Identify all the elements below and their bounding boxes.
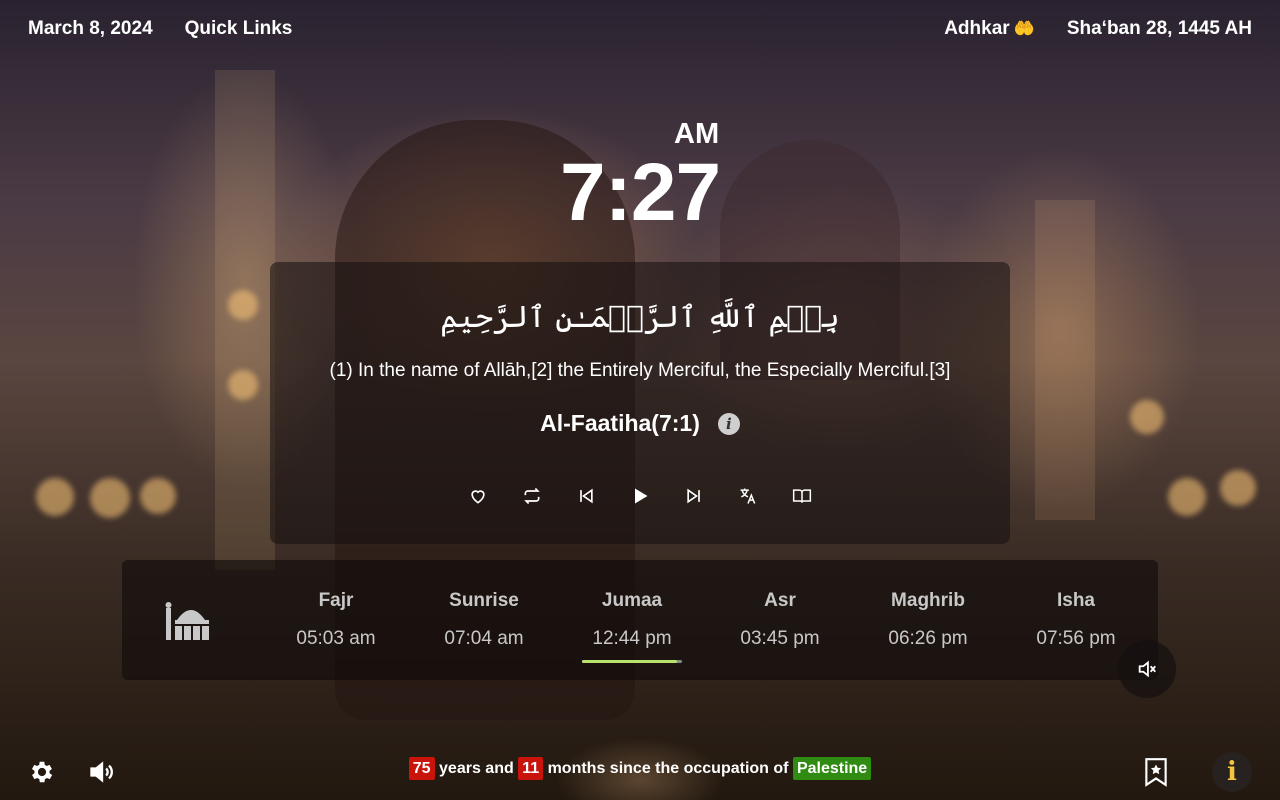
prayer-jumaa: Jumaa 12:44 pm [562, 590, 702, 650]
previous-icon[interactable] [576, 484, 596, 508]
play-icon[interactable] [630, 484, 650, 508]
bokeh-light [228, 370, 258, 400]
next-prayer-progress-fill [582, 660, 677, 663]
verse-translation: (1) In the name of Allāh,[2] the Entirel… [329, 360, 951, 381]
years-count: 75 [408, 757, 435, 780]
verse-reference-row: Al-Faatiha(7:1) i [270, 410, 1010, 437]
prayer-time: 06:26 pm [888, 628, 968, 649]
mute-adhan-button[interactable] [1118, 640, 1176, 698]
prayer-name: Sunrise [449, 590, 519, 611]
adhkar-label: Adhkar [944, 18, 1010, 39]
next-icon[interactable] [684, 484, 704, 508]
hijri-date: Sha‘ban 28, 1445 AH [1066, 18, 1252, 39]
clock-time: 7:27 [560, 147, 721, 238]
translate-icon[interactable] [738, 484, 758, 508]
prayer-time: 12:44 pm [592, 628, 672, 649]
gregorian-date: March 8, 2024 [28, 18, 153, 39]
repeat-icon[interactable] [522, 484, 542, 508]
speaker-muted-icon [1138, 660, 1156, 678]
adhkar-link[interactable]: Adhkar 🤲 [944, 18, 1035, 40]
heart-icon[interactable] [468, 484, 488, 508]
prayer-isha: Isha 07:56 pm [1006, 590, 1146, 650]
bokeh-light [36, 478, 74, 516]
bokeh-light [1168, 478, 1206, 516]
info-button[interactable]: i [1212, 752, 1252, 792]
months-text: months since the occupation of [547, 760, 789, 777]
prayer-sunrise: Sunrise 07:04 am [414, 590, 554, 650]
prayer-time: 07:04 am [444, 628, 524, 649]
verse-card: بِسۡمِ ٱللَّهِ ٱلرَّحۡمَـٰنِ ٱلرَّحِيمِ … [270, 262, 1010, 544]
prayer-asr: Asr 03:45 pm [710, 590, 850, 650]
mosque-icon [165, 602, 209, 640]
quick-links-link[interactable]: Quick Links [185, 18, 293, 40]
minaret-left [215, 70, 275, 570]
bokeh-light [90, 478, 130, 518]
prayer-fajr: Fajr 05:03 am [266, 590, 406, 650]
prayer-maghrib: Maghrib 06:26 pm [858, 590, 998, 650]
months-count: 11 [518, 757, 544, 780]
years-text: years and [439, 760, 514, 777]
prayer-name: Fajr [318, 590, 354, 611]
verse-arabic: بِسۡمِ ٱللَّهِ ٱلرَّحۡمَـٰنِ ٱلرَّحِيمِ [440, 300, 840, 335]
bokeh-light [228, 290, 258, 320]
prayer-name: Maghrib [891, 590, 965, 611]
bokeh-light [140, 478, 176, 514]
verse-controls [270, 484, 1010, 508]
palestine-link[interactable]: Palestine [792, 757, 872, 780]
praying-hands-icon: 🤲 [1013, 19, 1035, 38]
prayer-name: Isha [1056, 590, 1096, 611]
bookmark-star-icon[interactable] [1142, 757, 1170, 787]
prayer-name: Jumaa [601, 590, 663, 611]
verse-reference: Al-Faatiha(7:1) [540, 410, 700, 436]
next-prayer-progress [582, 660, 682, 663]
minaret-right [1035, 200, 1095, 520]
book-icon[interactable] [792, 484, 812, 508]
prayer-time: 07:56 pm [1036, 628, 1116, 649]
verse-info-icon[interactable]: i [717, 412, 740, 435]
bokeh-light [1220, 470, 1256, 506]
bokeh-light [1130, 400, 1164, 434]
palestine-banner: 75 years and 11 months since the occupat… [0, 757, 1280, 780]
prayer-time: 03:45 pm [740, 628, 820, 649]
prayer-times-bar: Fajr 05:03 am Sunrise 07:04 am Jumaa 12:… [122, 560, 1158, 680]
header-left: March 8, 2024 Quick Links [28, 18, 292, 40]
header-right: Adhkar 🤲 Sha‘ban 28, 1445 AH [944, 18, 1252, 40]
prayer-time: 05:03 am [296, 628, 376, 649]
prayer-name: Asr [764, 590, 796, 611]
